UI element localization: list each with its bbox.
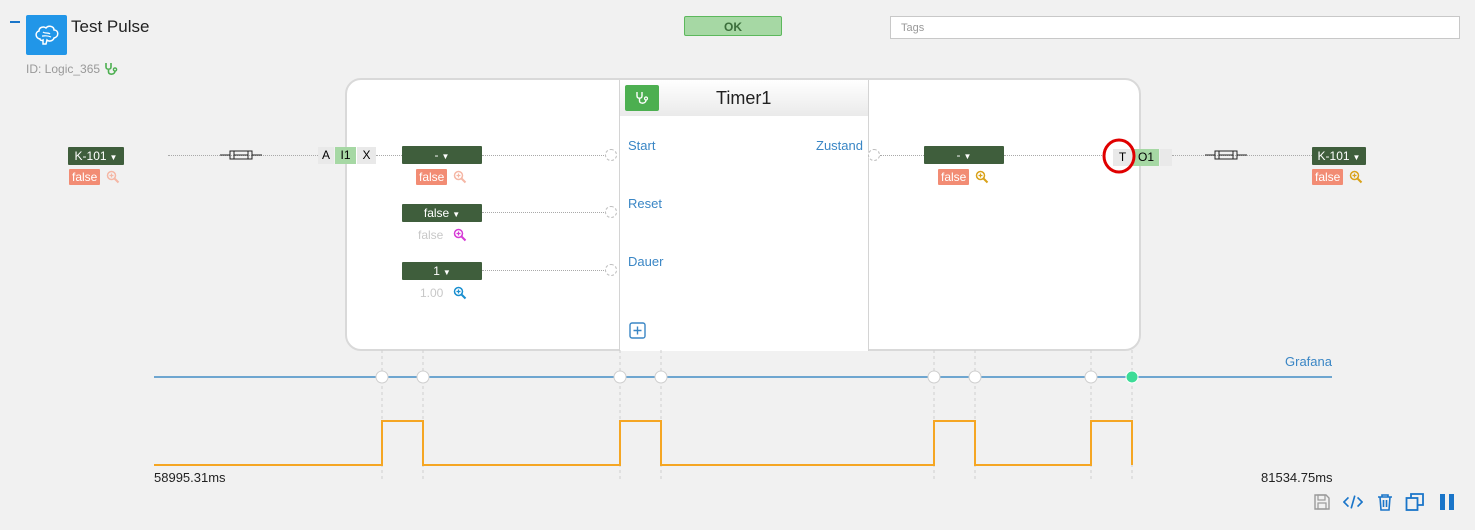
right-signal-dropdown[interactable]: K-101 ▼ bbox=[1312, 147, 1366, 165]
left-signal-dropdown[interactable]: K-101 ▼ bbox=[68, 147, 124, 165]
magnify-plus-icon[interactable] bbox=[453, 228, 467, 242]
input-cell-a[interactable]: A bbox=[318, 147, 334, 164]
port-start-connector[interactable] bbox=[605, 149, 617, 161]
magnify-plus-icon[interactable] bbox=[975, 170, 989, 184]
pause-button[interactable] bbox=[1437, 492, 1457, 512]
start-dropdown-value: - bbox=[434, 148, 439, 162]
chevron-down-icon: ▼ bbox=[442, 268, 451, 277]
chevron-down-icon: ▼ bbox=[441, 152, 450, 161]
zustand-dropdown-value: - bbox=[956, 148, 961, 162]
chevron-down-icon: ▼ bbox=[452, 210, 461, 219]
right-signal-tag: K-101 bbox=[1317, 149, 1350, 163]
timer-header: Timer1 bbox=[620, 80, 868, 116]
brain-icon bbox=[34, 25, 58, 45]
stethoscope-icon[interactable] bbox=[104, 62, 118, 76]
start-value: false bbox=[416, 169, 448, 185]
timer-block: Timer1 Start Reset Dauer Zustand bbox=[619, 80, 869, 351]
zustand-value: false bbox=[938, 169, 970, 185]
magnify-plus-icon[interactable] bbox=[453, 170, 467, 184]
code-icon bbox=[1343, 495, 1363, 509]
fuse-icon bbox=[220, 150, 262, 160]
code-button[interactable] bbox=[1343, 492, 1363, 512]
chevron-down-icon: ▼ bbox=[1352, 153, 1361, 162]
pause-icon bbox=[1440, 494, 1454, 510]
trash-icon bbox=[1378, 494, 1392, 511]
timer-title: Timer1 bbox=[716, 88, 772, 108]
ok-button[interactable]: OK bbox=[684, 16, 782, 36]
wire-dauer bbox=[482, 270, 606, 271]
timeline-start: 58995.31ms bbox=[154, 470, 226, 485]
copy-icon bbox=[1405, 493, 1424, 511]
timeline-end: 81534.75ms bbox=[1261, 470, 1333, 485]
port-dauer-connector[interactable] bbox=[605, 264, 617, 276]
timer-debug-button[interactable] bbox=[625, 85, 659, 111]
magnify-plus-icon[interactable] bbox=[1349, 170, 1363, 184]
zustand-dropdown[interactable]: - ▼ bbox=[924, 146, 1004, 164]
wire-out1 bbox=[1004, 155, 1102, 156]
logic-id: ID: Logic_365 bbox=[26, 62, 118, 76]
delete-button[interactable] bbox=[1375, 492, 1395, 512]
port-zustand-connector[interactable] bbox=[868, 149, 880, 161]
stethoscope-icon bbox=[636, 92, 649, 104]
port-zustand-label[interactable]: Zustand bbox=[816, 138, 863, 153]
magnify-plus-icon[interactable] bbox=[453, 286, 467, 300]
collapse-button[interactable] bbox=[10, 21, 20, 23]
add-icon[interactable] bbox=[629, 322, 647, 340]
right-signal-value: false bbox=[1312, 169, 1344, 185]
dauer-value: 1.00 bbox=[420, 286, 444, 300]
highlight-circle bbox=[1102, 138, 1136, 174]
dauer-dropdown[interactable]: 1 ▼ bbox=[402, 262, 482, 280]
logic-id-label: ID: Logic_365 bbox=[26, 62, 101, 76]
logic-logo bbox=[26, 15, 67, 55]
output-cell-spacer bbox=[1160, 149, 1172, 166]
port-reset-connector[interactable] bbox=[605, 206, 617, 218]
fuse-icon bbox=[1205, 150, 1247, 160]
port-start-label[interactable]: Start bbox=[628, 138, 655, 153]
input-cell-x[interactable]: X bbox=[357, 147, 376, 164]
left-signal-value: false bbox=[69, 169, 101, 185]
reset-dropdown[interactable]: false ▼ bbox=[402, 204, 482, 222]
reset-dropdown-value: false bbox=[423, 206, 450, 220]
left-signal-tag: K-101 bbox=[74, 149, 107, 163]
duplicate-button[interactable] bbox=[1405, 492, 1425, 512]
dauer-dropdown-value: 1 bbox=[433, 264, 440, 278]
page-title: Test Pulse bbox=[71, 17, 150, 36]
chevron-down-icon: ▼ bbox=[963, 152, 972, 161]
wire-in1 bbox=[376, 155, 402, 156]
tags-input[interactable]: Tags bbox=[890, 16, 1460, 39]
port-reset-label[interactable]: Reset bbox=[628, 196, 662, 211]
chevron-down-icon: ▼ bbox=[109, 153, 118, 162]
start-dropdown[interactable]: - ▼ bbox=[402, 146, 482, 164]
save-button[interactable] bbox=[1312, 492, 1332, 512]
wire-zustand bbox=[880, 155, 924, 156]
save-icon bbox=[1314, 494, 1330, 510]
pulse-timeline bbox=[154, 350, 1332, 480]
input-cell-i1[interactable]: I1 bbox=[335, 147, 356, 164]
wire-reset bbox=[482, 212, 606, 213]
wire-start bbox=[482, 155, 606, 156]
magnify-plus-icon[interactable] bbox=[106, 170, 120, 184]
port-dauer-label[interactable]: Dauer bbox=[628, 254, 663, 269]
reset-value: false bbox=[418, 228, 444, 242]
